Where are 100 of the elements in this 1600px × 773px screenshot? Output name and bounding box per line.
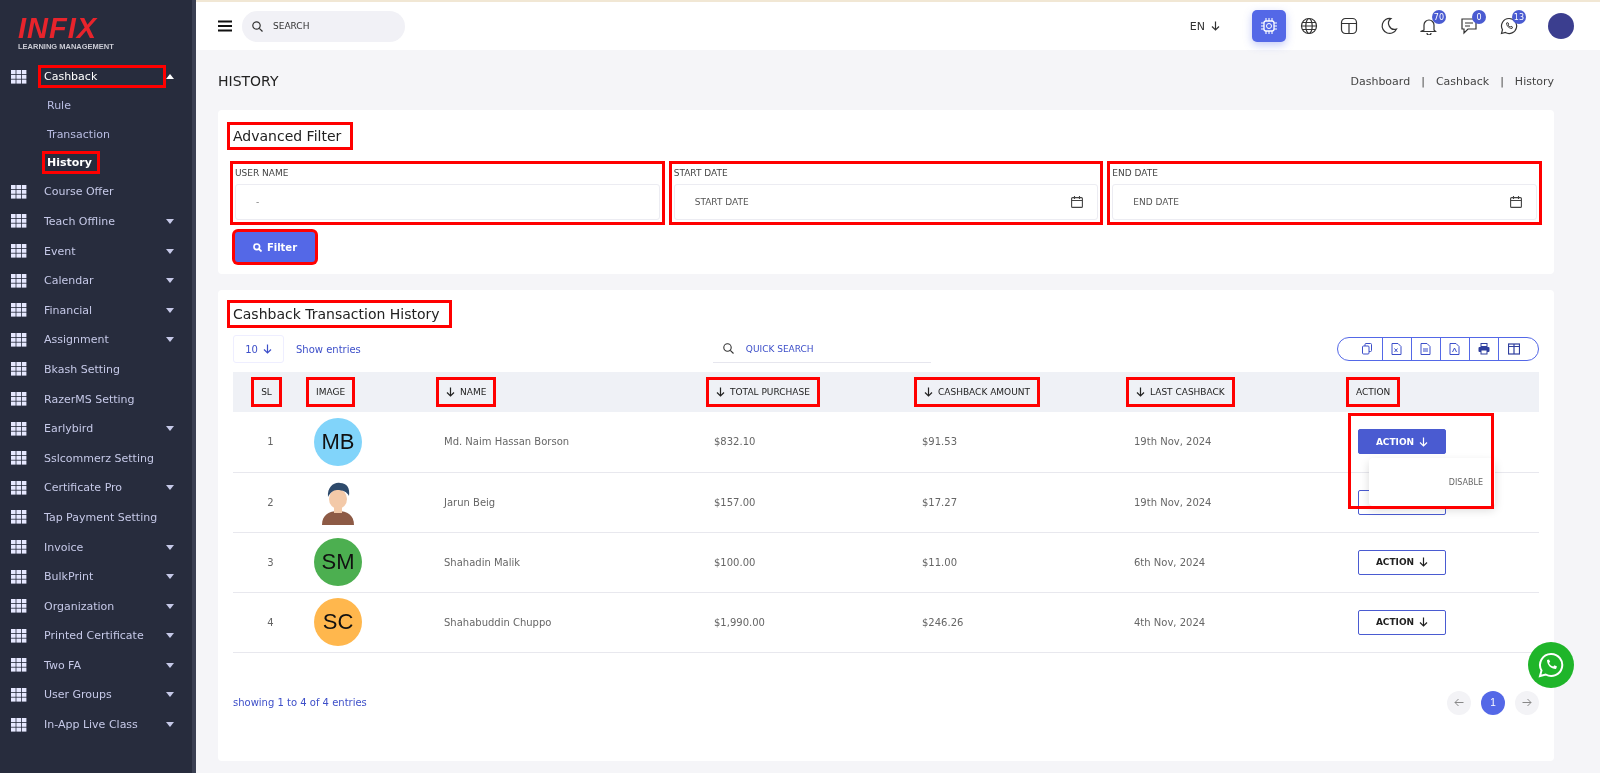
date-field[interactable]: END DATE: [1112, 184, 1537, 220]
avatar: SM: [314, 538, 362, 586]
grid-icon: [11, 303, 27, 318]
sidebar-item[interactable]: In-App Live Class: [38, 713, 166, 737]
table-cell: $11.00: [922, 556, 957, 568]
menu-item[interactable]: DISABLE: [1448, 477, 1483, 487]
column-header[interactable]: NAME: [436, 377, 497, 407]
grid-icon: [11, 540, 27, 554]
sidebar-item[interactable]: Teach Offline: [38, 210, 166, 233]
page-size-select[interactable]: 10: [233, 335, 284, 363]
table-cell: $832.10: [714, 436, 756, 448]
arrow-left-icon: [1454, 698, 1464, 707]
table-cell: Shahabuddin Chuppo: [444, 616, 552, 628]
sidebar-item[interactable]: Earlybird: [38, 417, 166, 441]
caret-icon: [166, 662, 174, 668]
whatsapp-button[interactable]: [1528, 642, 1574, 688]
card-title: Cashback Transaction History: [227, 300, 452, 328]
breadcrumb-link[interactable]: History: [1514, 74, 1554, 88]
table-cell: 19th Nov, 2024: [1134, 436, 1212, 448]
sidebar-item[interactable]: Printed Certificate: [38, 624, 166, 648]
sidebar-item[interactable]: Tap Payment Setting: [38, 505, 174, 529]
copy-icon: [1362, 343, 1374, 355]
table-cell: $17.27: [922, 496, 957, 508]
action-button[interactable]: ACTION: [1358, 609, 1446, 635]
table-cell: $100.00: [714, 556, 756, 568]
sidebar-item[interactable]: RazerMS Setting: [38, 387, 174, 411]
sidebar-item[interactable]: Invoice: [38, 535, 166, 559]
columns-icon: [1507, 343, 1520, 355]
sidebar-subitem[interactable]: History: [42, 151, 100, 175]
sidebar-item[interactable]: Event: [38, 239, 166, 263]
action-button[interactable]: ACTION: [1358, 549, 1446, 575]
search-input[interactable]: SEARCH: [271, 20, 391, 32]
page-button[interactable]: 1: [1481, 690, 1505, 715]
caret-icon: [166, 337, 174, 343]
date-field[interactable]: START DATE: [673, 184, 1099, 220]
table-cell: 19th Nov, 2024: [1134, 496, 1212, 508]
caret-icon: [166, 544, 174, 550]
chat-icon: [1460, 17, 1478, 35]
action-button[interactable]: ACTION: [1358, 429, 1446, 455]
grid-icon: [11, 658, 27, 673]
user-avatar[interactable]: [1548, 13, 1574, 39]
sort-arrow-icon: [716, 387, 725, 397]
language-selector[interactable]: EN: [1189, 19, 1220, 33]
sidebar-item[interactable]: Cashback: [38, 65, 166, 89]
arrow-down-icon: [1419, 436, 1429, 447]
caret-icon: [166, 307, 174, 313]
arrow-down-icon: [1211, 21, 1220, 31]
search-icon: [252, 242, 262, 252]
grid-icon: [11, 421, 27, 436]
search-field[interactable]: SEARCH: [242, 10, 405, 42]
grid-icon: [11, 628, 27, 643]
row-number: 4: [267, 616, 274, 628]
sidebar-item[interactable]: Bkash Setting: [38, 357, 174, 381]
caret-icon: [166, 574, 174, 580]
toolbar-button[interactable]: 13: [1492, 10, 1526, 42]
sidebar-item[interactable]: Course Offer: [38, 180, 174, 204]
sidebar-item[interactable]: Financial: [38, 298, 166, 322]
sidebar-item[interactable]: Sslcommerz Setting: [38, 446, 174, 470]
caret-icon: [166, 248, 174, 254]
moon-icon: [1380, 17, 1398, 35]
sidebar-subitem[interactable]: Transaction: [42, 122, 118, 146]
grid-icon: [11, 569, 27, 584]
sidebar-item[interactable]: Two FA: [38, 653, 166, 677]
toolbar-button[interactable]: 70: [1412, 10, 1446, 42]
arrow-down-icon: [1419, 557, 1429, 567]
breadcrumb-link[interactable]: Dashboard: [1350, 74, 1411, 88]
arrow-right-icon: [1522, 698, 1532, 707]
caret-icon: [166, 603, 174, 609]
quick-search-field[interactable]: QUICK SEARCH: [712, 335, 931, 363]
grid-icon: [11, 688, 27, 702]
sidebar-item[interactable]: Certificate Pro: [38, 476, 166, 500]
count-badge: 13: [1511, 10, 1526, 24]
sidebar-item[interactable]: User Groups: [38, 683, 166, 707]
table-cell: Shahadin Malik: [444, 556, 521, 568]
entries-info: showing 1 to 4 of 4 entries: [233, 697, 367, 708]
avatar: SC: [314, 598, 362, 646]
field-label: START DATE: [673, 167, 729, 178]
globe-icon: [1300, 17, 1318, 35]
sidebar-item[interactable]: Calendar: [38, 269, 166, 293]
sidebar-item[interactable]: Assignment: [38, 328, 166, 352]
sidebar-item[interactable]: BulkPrint: [38, 565, 166, 589]
grid-icon: [11, 392, 27, 407]
count-badge: 70: [1431, 10, 1446, 24]
filter-button[interactable]: Filter: [235, 232, 315, 262]
count-badge: 0: [1472, 10, 1486, 24]
caret-icon: [166, 692, 174, 698]
table-cell: 6th Nov, 2024: [1134, 556, 1206, 568]
select-field[interactable]: -: [235, 184, 660, 220]
menu-icon[interactable]: [218, 20, 232, 32]
field-label: USER NAME: [235, 167, 290, 178]
grid-icon: [11, 599, 27, 614]
card-title: Advanced Filter: [227, 122, 354, 150]
chip-icon: [1260, 17, 1278, 35]
row-number: 2: [267, 496, 274, 508]
table-cell: $157.00: [714, 496, 756, 508]
sidebar-subitem[interactable]: Rule: [42, 94, 79, 118]
breadcrumb-link[interactable]: Cashback: [1435, 74, 1490, 88]
toolbar-button[interactable]: 0: [1452, 10, 1486, 42]
sidebar-item[interactable]: Organization: [38, 594, 166, 618]
grid-icon: [11, 717, 27, 732]
